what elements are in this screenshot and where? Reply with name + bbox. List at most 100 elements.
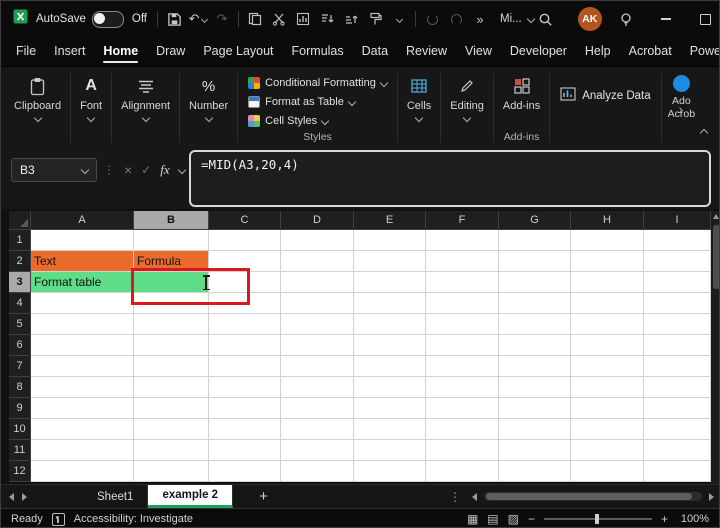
cell-D5[interactable] xyxy=(281,314,354,335)
cell-I5[interactable] xyxy=(644,314,711,335)
cell-C8[interactable] xyxy=(209,377,281,398)
horizontal-scrollbar-thumb[interactable] xyxy=(486,493,692,500)
formula-input[interactable]: =MID(A3,20,4) xyxy=(189,150,711,207)
scroll-left-arrow-icon[interactable] xyxy=(472,493,477,501)
editing-group-button[interactable]: Editing xyxy=(443,69,491,147)
cell-H1[interactable] xyxy=(571,230,644,251)
cell-B8[interactable] xyxy=(134,377,209,398)
cell-C7[interactable] xyxy=(209,356,281,377)
cell-E3[interactable] xyxy=(354,272,426,293)
sync-icon[interactable] xyxy=(446,6,466,32)
row-header-10[interactable]: 10 xyxy=(9,419,31,440)
cell-G7[interactable] xyxy=(499,356,571,377)
maximize-button[interactable] xyxy=(686,1,720,37)
cell-H4[interactable] xyxy=(571,293,644,314)
cell-G11[interactable] xyxy=(499,440,571,461)
accessibility-checker-icon[interactable] xyxy=(52,513,65,526)
menu-tab-acrobat[interactable]: Acrobat xyxy=(620,38,681,66)
cell-H7[interactable] xyxy=(571,356,644,377)
row-header-2[interactable]: 2 xyxy=(9,251,31,272)
cell-F3[interactable] xyxy=(426,272,499,293)
cell-D10[interactable] xyxy=(281,419,354,440)
font-group-button[interactable]: A Font xyxy=(73,69,109,147)
next-sheet-arrow-icon[interactable] xyxy=(22,493,27,501)
cell-D11[interactable] xyxy=(281,440,354,461)
zoom-slider[interactable] xyxy=(544,518,652,520)
cell-I1[interactable] xyxy=(644,230,711,251)
cell-B5[interactable] xyxy=(134,314,209,335)
cell-F7[interactable] xyxy=(426,356,499,377)
format-painter-icon[interactable] xyxy=(365,6,385,32)
cell-B1[interactable] xyxy=(134,230,209,251)
copy-icon[interactable] xyxy=(245,6,265,32)
cell-E12[interactable] xyxy=(354,461,426,482)
normal-view-icon[interactable]: ▦ xyxy=(467,513,478,525)
confirm-entry-icon[interactable]: ✓ xyxy=(141,163,151,177)
cell-I9[interactable] xyxy=(644,398,711,419)
column-header-C[interactable]: C xyxy=(209,211,281,230)
cell-E5[interactable] xyxy=(354,314,426,335)
vertical-scrollbar[interactable] xyxy=(711,211,720,484)
cell-I3[interactable] xyxy=(644,272,711,293)
cells-group-button[interactable]: Cells xyxy=(400,69,438,147)
cell-B7[interactable] xyxy=(134,356,209,377)
zoom-out-icon[interactable]: − xyxy=(528,512,535,526)
format-as-table-button[interactable]: Format as Table xyxy=(248,92,387,111)
scroll-up-arrow-icon[interactable] xyxy=(713,214,719,219)
sort-ascending-icon[interactable] xyxy=(341,6,361,32)
cell-H2[interactable] xyxy=(571,251,644,272)
cell-C9[interactable] xyxy=(209,398,281,419)
cell-F4[interactable] xyxy=(426,293,499,314)
menu-tab-draw[interactable]: Draw xyxy=(147,38,194,66)
row-header-1[interactable]: 1 xyxy=(9,230,31,251)
cell-D9[interactable] xyxy=(281,398,354,419)
sheet-tab-example-2[interactable]: example 2 xyxy=(148,485,233,508)
insert-function-icon[interactable]: fx xyxy=(160,162,169,178)
row-header-6[interactable]: 6 xyxy=(9,335,31,356)
cell-E1[interactable] xyxy=(354,230,426,251)
cell-H12[interactable] xyxy=(571,461,644,482)
column-header-G[interactable]: G xyxy=(499,211,571,230)
clipboard-group-button[interactable]: Clipboard xyxy=(7,69,68,147)
cell-I10[interactable] xyxy=(644,419,711,440)
analyze-data-button[interactable]: Analyze Data xyxy=(552,81,658,110)
cell-H6[interactable] xyxy=(571,335,644,356)
cell-D6[interactable] xyxy=(281,335,354,356)
cell-I12[interactable] xyxy=(644,461,711,482)
cell-A4[interactable] xyxy=(31,293,134,314)
cell-B11[interactable] xyxy=(134,440,209,461)
cell-A8[interactable] xyxy=(31,377,134,398)
cell-E6[interactable] xyxy=(354,335,426,356)
ribbon-overflow-chevron-icon[interactable]: › xyxy=(678,101,683,117)
cell-H10[interactable] xyxy=(571,419,644,440)
add-ins-button[interactable]: Add-ins Add-ins xyxy=(496,69,547,147)
cell-F5[interactable] xyxy=(426,314,499,335)
cell-A7[interactable] xyxy=(31,356,134,377)
row-header-4[interactable]: 4 xyxy=(9,293,31,314)
cell-C1[interactable] xyxy=(209,230,281,251)
cell-E9[interactable] xyxy=(354,398,426,419)
cell-B4[interactable] xyxy=(134,293,209,314)
cell-G4[interactable] xyxy=(499,293,571,314)
save-icon[interactable] xyxy=(164,6,184,32)
row-header-8[interactable]: 8 xyxy=(9,377,31,398)
cell-I8[interactable] xyxy=(644,377,711,398)
cell-B12[interactable] xyxy=(134,461,209,482)
select-all-corner[interactable] xyxy=(9,211,31,230)
zoom-slider-thumb[interactable] xyxy=(595,514,599,524)
row-header-5[interactable]: 5 xyxy=(9,314,31,335)
minimize-button[interactable] xyxy=(646,1,686,37)
number-group-button[interactable]: % Number xyxy=(182,69,235,147)
cell-C2[interactable] xyxy=(209,251,281,272)
row-header-9[interactable]: 9 xyxy=(9,398,31,419)
cell-D3[interactable] xyxy=(281,272,354,293)
cell-H11[interactable] xyxy=(571,440,644,461)
cell-H8[interactable] xyxy=(571,377,644,398)
cell-F2[interactable] xyxy=(426,251,499,272)
cell-G10[interactable] xyxy=(499,419,571,440)
zoom-level-label[interactable]: 100% xyxy=(677,513,709,525)
vertical-scrollbar-thumb[interactable] xyxy=(713,225,720,289)
column-header-E[interactable]: E xyxy=(354,211,426,230)
chart-icon[interactable] xyxy=(293,6,313,32)
undo-button[interactable]: ↶ xyxy=(188,6,208,32)
